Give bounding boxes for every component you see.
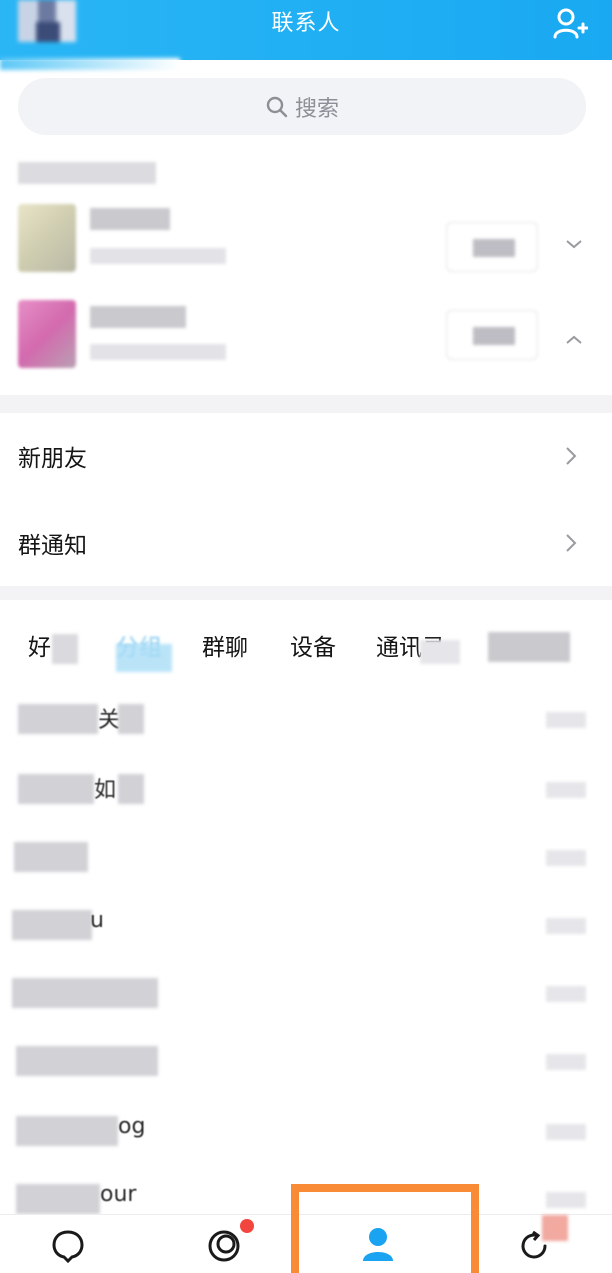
chevron-right-icon: [566, 534, 577, 552]
list-item[interactable]: [0, 1032, 612, 1100]
chevron-right-icon: [566, 447, 577, 465]
section-divider: [0, 395, 612, 413]
meta-blur: [546, 712, 586, 728]
meta-blur: [546, 850, 586, 866]
friend-name: 如: [94, 778, 117, 803]
contact-name: [90, 306, 186, 328]
notification-dot: [240, 1219, 254, 1233]
meta-blur: [546, 918, 586, 934]
list-item[interactable]: u: [0, 896, 612, 964]
tab-friends[interactable]: 好: [28, 630, 51, 666]
name-blur: [16, 1116, 118, 1146]
world-icon: [208, 1230, 240, 1262]
list-item[interactable]: [0, 828, 612, 896]
contacts-icon: [363, 1228, 393, 1261]
contact-tabs: 好 分组 群聊 设备 通讯录: [0, 600, 612, 680]
search-placeholder: 搜索: [294, 96, 339, 122]
name-blur: [18, 774, 94, 804]
nav-messages[interactable]: [0, 1215, 150, 1273]
new-friends-label: 新朋友: [18, 446, 87, 472]
name-blur: [18, 704, 98, 734]
name-blur: [12, 910, 92, 940]
meta-blur: [546, 986, 586, 1002]
chevron-down-icon[interactable]: [564, 234, 584, 254]
meta-blur: [546, 1192, 586, 1208]
meta-blur: [546, 782, 586, 798]
add-button[interactable]: [446, 310, 538, 360]
add-person-icon[interactable]: [552, 6, 588, 40]
avatar-blur: [542, 1215, 568, 1241]
search-bar[interactable]: 搜索: [18, 78, 586, 135]
recommendation-header: [18, 162, 156, 184]
top-bar: 联系人: [0, 0, 612, 60]
group-notice-label: 群通知: [18, 533, 87, 559]
meta-blur: [546, 1124, 586, 1140]
list-item[interactable]: [0, 964, 612, 1032]
message-icon: [52, 1230, 84, 1263]
tab-blur: [52, 634, 78, 664]
friend-name: u: [90, 908, 104, 933]
name-blur: [14, 842, 88, 872]
chevron-up-icon[interactable]: [564, 330, 584, 350]
page-title: 联系人: [271, 11, 341, 36]
tab-blur: [420, 640, 460, 664]
friend-name: our: [100, 1182, 137, 1207]
tab-group-chats[interactable]: 群聊: [202, 630, 248, 666]
new-friends-row[interactable]: 新朋友: [0, 413, 612, 499]
friend-name: 关: [98, 708, 121, 733]
name-blur: [12, 978, 158, 1008]
bottom-nav: [0, 1214, 612, 1273]
add-button[interactable]: [446, 222, 538, 272]
group-notice-row[interactable]: 群通知: [0, 500, 612, 586]
search-icon: [266, 96, 288, 117]
nav-world[interactable]: [150, 1215, 300, 1273]
friend-name: og: [118, 1114, 146, 1139]
list-item[interactable]: 关: [0, 690, 612, 758]
meta-blur: [546, 1054, 586, 1070]
nav-contacts[interactable]: [304, 1215, 454, 1273]
list-item[interactable]: og: [0, 1102, 612, 1170]
name-blur: [16, 1184, 100, 1214]
name-blur: [118, 704, 144, 734]
nav-dynamic[interactable]: [462, 1215, 612, 1273]
tab-blur: [488, 632, 570, 662]
contact-subtitle: [90, 344, 226, 360]
name-blur: [118, 774, 144, 804]
list-item[interactable]: 如: [0, 760, 612, 828]
contact-name: [90, 208, 170, 230]
tab-devices[interactable]: 设备: [290, 630, 336, 666]
contact-subtitle: [90, 248, 226, 264]
avatar: [18, 204, 76, 272]
avatar: [18, 300, 76, 368]
name-blur: [16, 1046, 158, 1076]
tab-blur: [116, 644, 172, 672]
header-blur-edge: [0, 58, 180, 70]
